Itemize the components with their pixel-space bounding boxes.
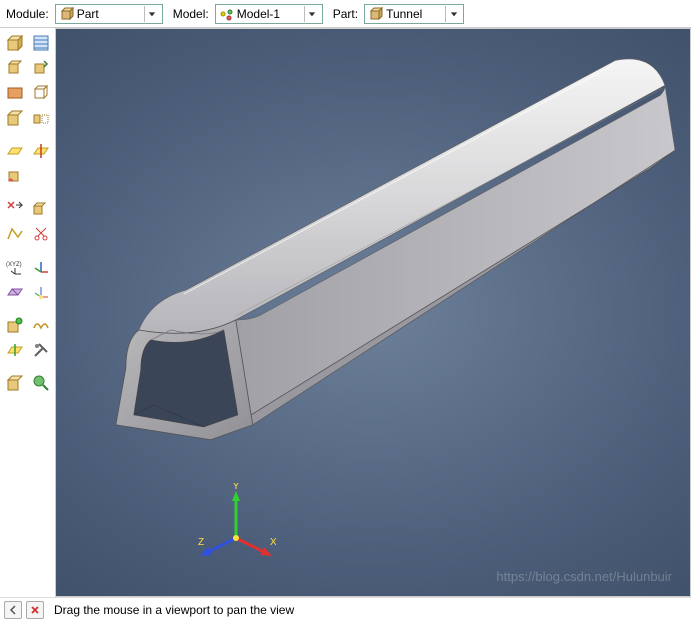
datum-plane-button[interactable] bbox=[4, 140, 26, 162]
partition-edge-button[interactable] bbox=[30, 281, 52, 303]
create-mirror-button[interactable] bbox=[30, 107, 52, 129]
chevron-down-icon[interactable] bbox=[445, 6, 461, 22]
svg-text:X: X bbox=[270, 537, 276, 548]
remove-face-button[interactable] bbox=[4, 198, 26, 220]
back-button[interactable] bbox=[4, 601, 22, 619]
create-part-button[interactable] bbox=[4, 32, 26, 54]
datum-point-button[interactable] bbox=[30, 256, 52, 278]
convert-button[interactable] bbox=[4, 339, 26, 361]
datum-csys-button[interactable]: (XYZ) bbox=[4, 256, 26, 278]
model-label: Model: bbox=[173, 7, 209, 21]
status-text: Drag the mouse in a viewport to pan the … bbox=[54, 603, 294, 617]
cut-extrude-button[interactable] bbox=[4, 82, 26, 104]
toolbox: (XYZ) bbox=[0, 28, 56, 597]
watermark: https://blog.csdn.net/Hulunbuir bbox=[496, 569, 672, 584]
viewport[interactable]: Y X Z https://blog.csdn.net/Hulunbuir bbox=[56, 28, 691, 597]
stitch-button[interactable] bbox=[30, 314, 52, 336]
cancel-button[interactable] bbox=[26, 601, 44, 619]
svg-text:Z: Z bbox=[198, 537, 204, 548]
tunnel-model bbox=[56, 29, 690, 596]
cut-revolve-button[interactable] bbox=[30, 82, 52, 104]
partition-cell-button[interactable] bbox=[4, 165, 26, 187]
module-label: Module: bbox=[6, 7, 49, 21]
query-button[interactable] bbox=[30, 372, 52, 394]
main-area: (XYZ) bbox=[0, 28, 691, 597]
status-bar: Drag the mouse in a viewport to pan the … bbox=[0, 597, 691, 621]
chevron-down-icon[interactable] bbox=[304, 6, 320, 22]
model-value: Model-1 bbox=[237, 7, 304, 21]
viewport-canvas[interactable]: Y X Z https://blog.csdn.net/Hulunbuir bbox=[56, 29, 690, 596]
model-dropdown[interactable]: Model-1 bbox=[215, 4, 323, 24]
scissors-button[interactable] bbox=[30, 223, 52, 245]
datum-axis-button[interactable] bbox=[30, 140, 52, 162]
solid-extrude-button[interactable] bbox=[4, 57, 26, 79]
context-bar: Module: Part Model: Model-1 Part: Tunnel bbox=[0, 0, 691, 28]
chevron-down-icon[interactable] bbox=[144, 6, 160, 22]
create-wire-button[interactable] bbox=[4, 223, 26, 245]
svg-text:Y: Y bbox=[233, 483, 240, 492]
module-dropdown[interactable]: Part bbox=[55, 4, 163, 24]
part-module-icon bbox=[60, 7, 74, 21]
solid-revolve-button[interactable] bbox=[30, 57, 52, 79]
part-value: Tunnel bbox=[386, 7, 445, 21]
part-manager-button[interactable] bbox=[30, 32, 52, 54]
orientation-triad: Y X Z bbox=[196, 483, 276, 566]
geometry-edit-button[interactable] bbox=[4, 314, 26, 336]
create-round-button[interactable] bbox=[4, 107, 26, 129]
svg-text:(XYZ): (XYZ) bbox=[6, 262, 22, 268]
module-value: Part bbox=[77, 7, 144, 21]
geometry-repair-button[interactable] bbox=[4, 372, 26, 394]
create-offset-button[interactable] bbox=[30, 198, 52, 220]
model-icon bbox=[220, 7, 234, 21]
tools-button[interactable] bbox=[30, 339, 52, 361]
partition-face-button[interactable] bbox=[4, 281, 26, 303]
part-label: Part: bbox=[333, 7, 358, 21]
part-dropdown[interactable]: Tunnel bbox=[364, 4, 464, 24]
part-icon bbox=[369, 7, 383, 21]
